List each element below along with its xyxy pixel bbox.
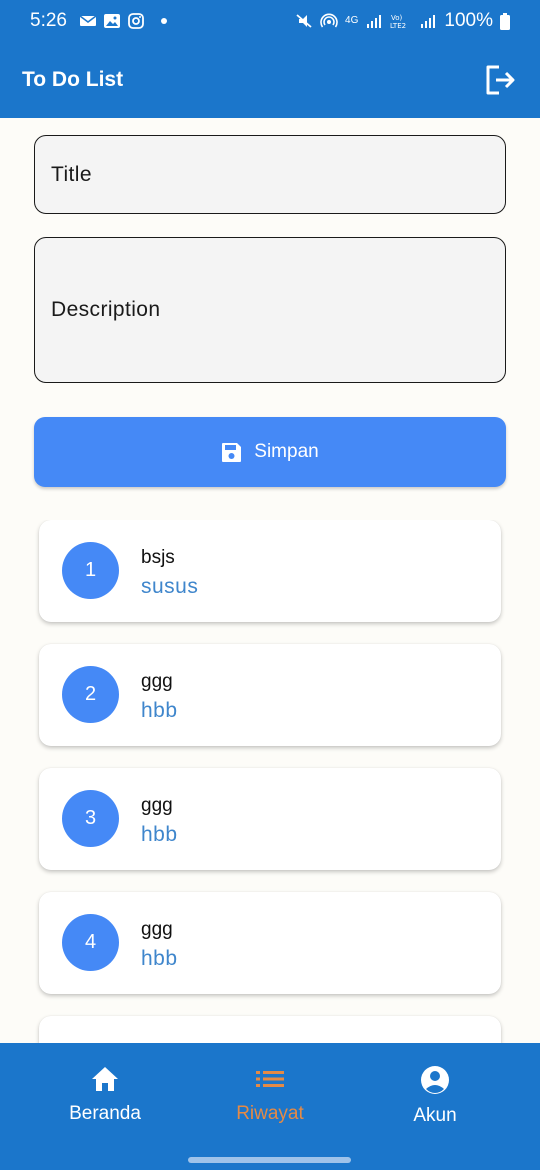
todo-card[interactable]: 1 bsjs susus xyxy=(39,520,501,622)
svg-text:Vo): Vo) xyxy=(391,14,403,22)
status-time: 5:26 xyxy=(30,10,67,31)
save-icon xyxy=(222,442,242,462)
home-indicator[interactable] xyxy=(188,1157,351,1163)
page-title: To Do List xyxy=(22,68,124,91)
todo-number-avatar: 4 xyxy=(62,914,119,971)
nav-item-riwayat[interactable]: Riwayat xyxy=(210,1065,330,1125)
nav-label: Akun xyxy=(413,1105,457,1126)
volte-icon: Vo)LTE2 xyxy=(390,14,406,29)
title-placeholder: Title xyxy=(51,162,92,186)
status-bar: 5:26 4G Vo) LTE2 100% xyxy=(0,0,540,42)
todo-description: hbb xyxy=(141,823,178,846)
todo-description: hbb xyxy=(141,947,178,970)
gallery-icon xyxy=(103,14,120,28)
todo-title: ggg xyxy=(141,671,173,692)
battery-icon xyxy=(500,12,510,30)
todo-card-partial[interactable] xyxy=(39,1016,501,1043)
nav-label: Riwayat xyxy=(236,1103,304,1124)
battery-percent: 100% xyxy=(444,10,493,31)
title-input[interactable]: Title xyxy=(34,135,506,214)
mail-icon xyxy=(79,15,97,26)
todo-number-avatar: 1 xyxy=(62,542,119,599)
nav-item-akun[interactable]: Akun xyxy=(375,1065,495,1127)
notification-dot-icon xyxy=(160,18,167,24)
todo-number-avatar: 2 xyxy=(62,666,119,723)
save-button-label: Simpan xyxy=(254,441,319,462)
todo-description: susus xyxy=(141,575,199,598)
signal-icon-2 xyxy=(421,15,436,28)
todo-card[interactable]: 4 ggg hbb xyxy=(39,892,501,994)
todo-list[interactable]: 1 bsjs susus 2 ggg hbb 3 ggg hbb 4 ggg h… xyxy=(0,520,540,1043)
bottom-navigation: Beranda Riwayat Akun xyxy=(0,1043,540,1170)
instagram-icon xyxy=(128,13,144,29)
signal-icon xyxy=(367,15,382,28)
todo-title: ggg xyxy=(141,919,173,940)
todo-card[interactable]: 3 ggg hbb xyxy=(39,768,501,870)
svg-text:LTE2: LTE2 xyxy=(390,22,406,29)
logout-icon xyxy=(486,65,515,95)
nav-label: Beranda xyxy=(69,1103,141,1124)
list-icon xyxy=(256,1071,284,1087)
mute-icon xyxy=(296,14,312,28)
description-input[interactable]: Description xyxy=(34,237,506,383)
save-button[interactable]: Simpan xyxy=(34,417,506,487)
todo-number-avatar: 3 xyxy=(62,790,119,847)
app-bar: To Do List xyxy=(0,42,540,118)
description-placeholder: Description xyxy=(51,298,161,321)
hotspot-icon xyxy=(320,13,338,28)
todo-title: bsjs xyxy=(141,547,175,568)
todo-title: ggg xyxy=(141,795,173,816)
home-icon xyxy=(92,1067,118,1091)
todo-card[interactable]: 2 ggg hbb xyxy=(39,644,501,746)
network-type: 4G xyxy=(345,15,359,26)
todo-description: hbb xyxy=(141,699,178,722)
logout-button[interactable] xyxy=(484,63,518,97)
account-icon xyxy=(421,1066,449,1094)
nav-item-beranda[interactable]: Beranda xyxy=(45,1065,165,1125)
